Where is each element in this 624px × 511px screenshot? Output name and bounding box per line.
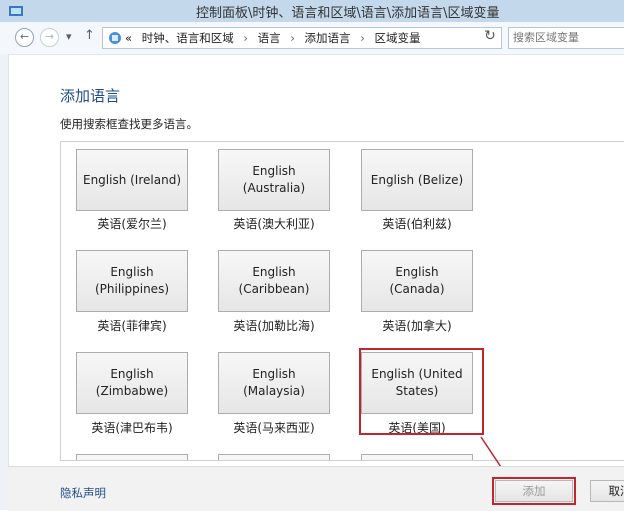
breadcrumb-item[interactable]: 区域变量 [374, 31, 420, 45]
breadcrumb: « 时钟、语言和区域 › 语言 › 添加语言 › 区域变量 [125, 30, 420, 46]
breadcrumb-item[interactable]: 语言 [258, 31, 281, 45]
language-caption: 英语(菲律宾) [97, 319, 167, 333]
language-tile-partial[interactable] [76, 454, 188, 460]
navigation-bar: ← → ▾ ↑ « 时钟、语言和区域 › 语言 › 添加语言 › 区域变量 ▼ … [0, 22, 624, 55]
language-tile-partial[interactable] [361, 454, 473, 460]
breadcrumb-separator[interactable]: › [290, 31, 295, 45]
privacy-link[interactable]: 隐私声明 [60, 485, 106, 501]
instruction-text: 使用搜索框查找更多语言。 [60, 117, 198, 131]
window-edge [0, 54, 9, 510]
language-caption: 英语(马来西亚) [233, 421, 315, 435]
window-title: 控制面板\时钟、语言和区域\语言\添加语言\区域变量 [196, 6, 500, 21]
language-tile-english-malaysia[interactable]: English (Malaysia) [218, 352, 330, 414]
page-title: 添加语言 [60, 87, 121, 105]
breadcrumb-separator[interactable]: › [360, 31, 365, 45]
language-caption: 英语(伯利兹) [382, 217, 452, 231]
address-bar[interactable]: « 时钟、语言和区域 › 语言 › 添加语言 › 区域变量 ▼ [102, 27, 583, 49]
refresh-button[interactable]: ↻ [480, 27, 500, 47]
search-box[interactable] [508, 27, 624, 49]
add-button[interactable]: 添加 [495, 480, 573, 502]
breadcrumb-separator[interactable]: › [243, 31, 248, 45]
breadcrumb-item[interactable]: 添加语言 [305, 31, 351, 45]
language-tile-partial[interactable] [218, 454, 330, 460]
control-panel-icon [109, 32, 121, 44]
language-tile-english-caribbean[interactable]: English (Caribbean) [218, 250, 330, 312]
language-tile-english-philippines[interactable]: English (Philippines) [76, 250, 188, 312]
language-tile-english-belize[interactable]: English (Belize) [361, 149, 473, 211]
language-list[interactable]: English (Ireland) 英语(爱尔兰) English (Austr… [60, 141, 624, 461]
recent-locations-dropdown[interactable]: ▾ [66, 30, 72, 43]
language-caption: 英语(津巴布韦) [91, 421, 173, 435]
up-button[interactable]: ↑ [84, 28, 95, 43]
language-caption: 英语(澳大利亚) [233, 217, 315, 231]
language-caption: 英语(爱尔兰) [97, 217, 167, 231]
language-tile-english-ireland[interactable]: English (Ireland) [76, 149, 188, 211]
title-bar: 控制面板\时钟、语言和区域\语言\添加语言\区域变量 [0, 0, 624, 23]
forward-button[interactable]: → [40, 28, 59, 47]
language-tile-english-zimbabwe[interactable]: English (Zimbabwe) [76, 352, 188, 414]
back-button[interactable]: ← [15, 28, 34, 47]
language-caption: 英语(加勒比海) [233, 319, 315, 333]
control-panel-icon [9, 6, 23, 16]
search-input[interactable] [509, 28, 621, 46]
footer-bar: 隐私声明 添加 取消 [8, 466, 624, 511]
language-tile-english-canada[interactable]: English (Canada) [361, 250, 473, 312]
breadcrumb-overflow[interactable]: « [125, 31, 132, 45]
selection-highlight [359, 348, 484, 435]
language-caption: 英语(加拿大) [382, 319, 452, 333]
language-tile-english-australia[interactable]: English (Australia) [218, 149, 330, 211]
cancel-button[interactable]: 取消 [590, 480, 624, 502]
breadcrumb-item[interactable]: 时钟、语言和区域 [142, 31, 234, 45]
